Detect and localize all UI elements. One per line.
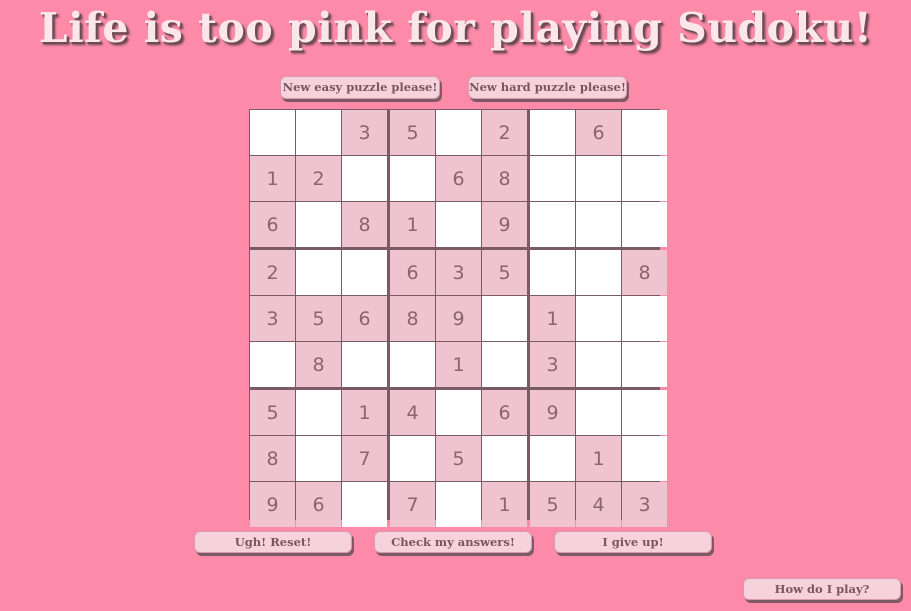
sudoku-cell[interactable]	[436, 110, 481, 155]
sudoku-cell[interactable]	[482, 436, 527, 481]
sudoku-cell: 1	[482, 482, 527, 527]
sudoku-cell: 8	[250, 436, 295, 481]
sudoku-cell[interactable]	[390, 156, 435, 201]
sudoku-cell: 3	[250, 296, 295, 341]
sudoku-cell: 1	[436, 342, 481, 387]
sudoku-cell: 2	[250, 250, 295, 295]
sudoku-cell: 7	[390, 482, 435, 527]
sudoku-page: Life is too pink for playing Sudoku! New…	[0, 0, 911, 611]
sudoku-cell[interactable]	[530, 250, 575, 295]
sudoku-cell: 5	[436, 436, 481, 481]
sudoku-cell[interactable]	[622, 342, 667, 387]
sudoku-cell[interactable]	[296, 250, 341, 295]
new-easy-puzzle-button[interactable]: New easy puzzle please!	[280, 76, 440, 99]
sudoku-cell: 5	[296, 296, 341, 341]
sudoku-cell[interactable]	[530, 202, 575, 247]
sudoku-cell: 9	[530, 390, 575, 435]
sudoku-cell[interactable]	[576, 390, 621, 435]
sudoku-cell[interactable]	[576, 296, 621, 341]
sudoku-cell[interactable]	[390, 436, 435, 481]
sudoku-cell: 8	[482, 156, 527, 201]
sudoku-cell: 6	[482, 390, 527, 435]
sudoku-cell[interactable]	[622, 296, 667, 341]
sudoku-cell: 6	[390, 250, 435, 295]
sudoku-cell: 4	[576, 482, 621, 527]
sudoku-cell[interactable]	[622, 110, 667, 155]
sudoku-cell: 4	[390, 390, 435, 435]
sudoku-cell: 8	[342, 202, 387, 247]
sudoku-cell[interactable]	[342, 482, 387, 527]
sudoku-cell: 8	[390, 296, 435, 341]
sudoku-cell: 3	[622, 482, 667, 527]
sudoku-cell: 8	[622, 250, 667, 295]
sudoku-cell[interactable]	[576, 202, 621, 247]
sudoku-cell[interactable]	[436, 482, 481, 527]
sudoku-cell: 3	[530, 342, 575, 387]
sudoku-board: 3526126868192635835689181351469875196715…	[249, 109, 667, 527]
sudoku-cell[interactable]	[622, 436, 667, 481]
reset-button[interactable]: Ugh! Reset!	[194, 531, 352, 553]
sudoku-cell: 9	[436, 296, 481, 341]
sudoku-cell: 6	[342, 296, 387, 341]
sudoku-cell[interactable]	[342, 342, 387, 387]
sudoku-cell[interactable]	[482, 296, 527, 341]
sudoku-cell: 2	[482, 110, 527, 155]
sudoku-cell[interactable]	[622, 202, 667, 247]
sudoku-cell[interactable]	[530, 156, 575, 201]
sudoku-cell: 1	[390, 202, 435, 247]
sudoku-cell[interactable]	[250, 342, 295, 387]
sudoku-cell: 3	[342, 110, 387, 155]
sudoku-cell[interactable]	[530, 110, 575, 155]
sudoku-cell[interactable]	[296, 110, 341, 155]
sudoku-cell[interactable]	[622, 156, 667, 201]
sudoku-cell: 3	[436, 250, 481, 295]
sudoku-cell[interactable]	[576, 250, 621, 295]
sudoku-cell: 1	[342, 390, 387, 435]
sudoku-cell: 1	[576, 436, 621, 481]
sudoku-cell: 9	[250, 482, 295, 527]
sudoku-cell[interactable]	[296, 202, 341, 247]
sudoku-cell: 7	[342, 436, 387, 481]
sudoku-cell[interactable]	[342, 250, 387, 295]
sudoku-cell: 1	[250, 156, 295, 201]
sudoku-cell: 5	[530, 482, 575, 527]
sudoku-cell: 5	[390, 110, 435, 155]
sudoku-cell[interactable]	[342, 156, 387, 201]
sudoku-cell[interactable]	[530, 436, 575, 481]
page-title: Life is too pink for playing Sudoku!	[38, 4, 873, 52]
sudoku-cell[interactable]	[390, 342, 435, 387]
sudoku-cell: 6	[250, 202, 295, 247]
sudoku-cell[interactable]	[622, 390, 667, 435]
sudoku-cell[interactable]	[250, 110, 295, 155]
sudoku-cell: 5	[250, 390, 295, 435]
new-hard-puzzle-button[interactable]: New hard puzzle please!	[468, 76, 627, 99]
sudoku-cell: 2	[296, 156, 341, 201]
sudoku-cell: 6	[296, 482, 341, 527]
sudoku-cell[interactable]	[482, 342, 527, 387]
how-to-play-button[interactable]: How do I play?	[743, 578, 901, 600]
sudoku-cell: 8	[296, 342, 341, 387]
sudoku-cell: 1	[530, 296, 575, 341]
sudoku-cell: 5	[482, 250, 527, 295]
sudoku-cell[interactable]	[436, 202, 481, 247]
sudoku-cell: 6	[436, 156, 481, 201]
sudoku-cell[interactable]	[436, 390, 481, 435]
sudoku-cell[interactable]	[296, 436, 341, 481]
sudoku-cell[interactable]	[576, 342, 621, 387]
give-up-button[interactable]: I give up!	[554, 531, 712, 553]
check-answers-button[interactable]: Check my answers!	[374, 531, 532, 553]
sudoku-cell: 9	[482, 202, 527, 247]
sudoku-cell[interactable]	[576, 156, 621, 201]
sudoku-cell[interactable]	[296, 390, 341, 435]
sudoku-cell: 6	[576, 110, 621, 155]
